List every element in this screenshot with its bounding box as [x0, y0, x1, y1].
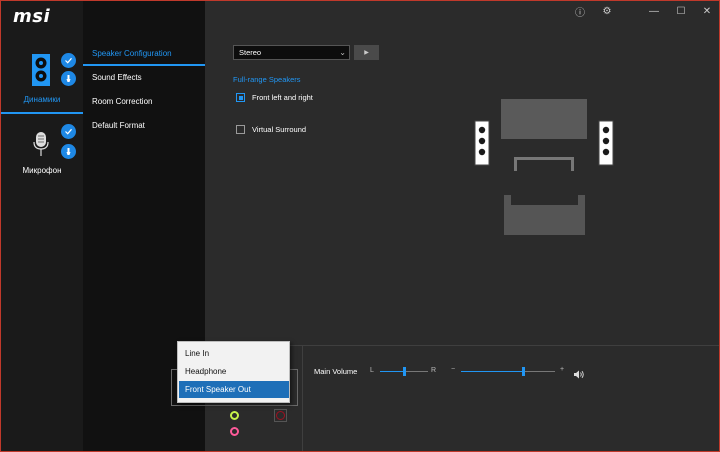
volume-slider-fill	[461, 371, 524, 372]
app-window: msi Динамики Микрофон Speaker Configurat…	[0, 0, 720, 452]
volume-slider-thumb[interactable]	[522, 367, 526, 376]
screen-shape	[501, 99, 587, 139]
info-icon[interactable]: ⓘ	[571, 2, 589, 20]
main-volume-label: Main Volume	[314, 367, 358, 376]
menu-item-line-in[interactable]: Line In	[179, 345, 289, 362]
front-left-right-checkbox[interactable]	[236, 93, 245, 102]
chevron-down-icon: ⌄	[339, 48, 346, 57]
settings-icon[interactable]: ⚙	[598, 2, 616, 20]
device-label: Динамики	[23, 95, 61, 104]
maximize-button[interactable]: ☐	[672, 2, 690, 20]
nav-speaker-configuration[interactable]: Speaker Configuration	[83, 42, 205, 66]
sofa-shape	[504, 195, 585, 235]
nav-default-format[interactable]: Default Format	[83, 114, 205, 138]
front-right-speaker-icon	[598, 120, 614, 166]
device-microphone[interactable]: Микрофон	[1, 118, 83, 188]
balance-slider-thumb[interactable]	[402, 367, 406, 376]
table-shape	[514, 157, 574, 171]
microphone-icon	[33, 131, 49, 162]
jack-slot[interactable]	[274, 409, 287, 422]
virtual-surround-label: Virtual Surround	[252, 125, 307, 134]
speaker-volume-icon[interactable]	[574, 366, 584, 384]
connected-check-icon	[61, 53, 76, 68]
play-icon: ▶	[364, 50, 369, 56]
full-range-speakers-title: Full-range Speakers	[233, 75, 301, 84]
balance-left-label: L	[370, 367, 374, 374]
jack-info-icon[interactable]	[61, 144, 76, 159]
msi-logo: msi	[13, 6, 51, 27]
device-speakers[interactable]: Динамики	[1, 44, 83, 114]
test-play-button[interactable]: ▶	[354, 45, 379, 60]
speaker-icon	[31, 53, 51, 92]
nav-sound-effects[interactable]: Sound Effects	[83, 66, 205, 90]
volume-plus-label: +	[560, 366, 565, 373]
jack-function-menu: Line In Headphone Front Speaker Out	[177, 341, 290, 403]
device-column: msi Динамики Микрофон	[1, 1, 83, 451]
menu-item-headphone[interactable]: Headphone	[179, 363, 289, 380]
front-left-right-label: Front left and right	[252, 93, 313, 102]
balance-slider-fill	[380, 371, 404, 372]
jack-pink-icon[interactable]	[230, 427, 239, 436]
menu-item-front-speaker-out[interactable]: Front Speaker Out	[179, 381, 289, 398]
minimize-button[interactable]: —	[645, 2, 663, 20]
divider	[302, 346, 303, 451]
virtual-surround-checkbox[interactable]	[236, 125, 245, 134]
jack-info-icon[interactable]	[61, 71, 76, 86]
speaker-mode-value: Stereo	[239, 48, 262, 57]
speaker-layout-illustration	[474, 99, 614, 235]
device-label: Микрофон	[22, 166, 62, 175]
volume-minus-label: −	[451, 366, 456, 373]
nav-room-correction[interactable]: Room Correction	[83, 90, 205, 114]
speaker-mode-select[interactable]: Stereo ⌄	[233, 45, 350, 60]
jack-green-icon[interactable]	[230, 411, 239, 420]
connected-check-icon	[61, 124, 76, 139]
jack-dark-icon	[276, 411, 285, 420]
front-left-speaker-icon	[474, 120, 490, 166]
close-button[interactable]: ✕	[698, 2, 716, 20]
balance-right-label: R	[431, 367, 437, 374]
